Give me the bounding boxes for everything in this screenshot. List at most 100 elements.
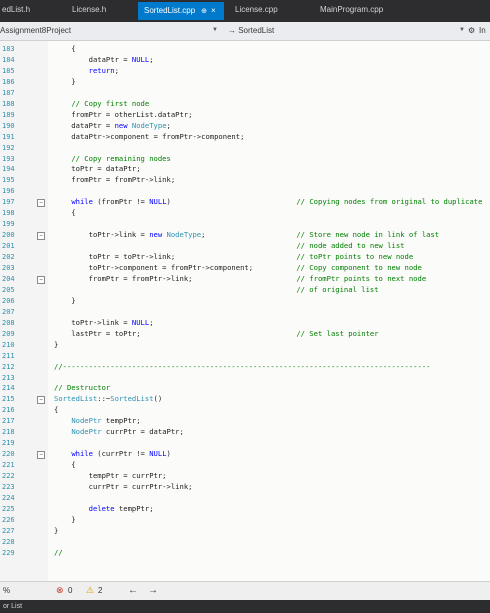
code-line[interactable]: 187: [0, 88, 490, 98]
tab-sortedlist-h[interactable]: edList.h: [2, 5, 30, 14]
code-line[interactable]: 204 fromPtr = fromPtr->link; // fromPtr …: [0, 274, 490, 284]
line-number: 222: [2, 472, 15, 481]
tab-sortedlist-cpp[interactable]: SortedList.cpp ⊕ ×: [138, 2, 224, 20]
code-line[interactable]: 229 //: [0, 548, 490, 558]
code-line[interactable]: 206 }: [0, 296, 490, 306]
code-line[interactable]: 193 // Copy remaining nodes: [0, 154, 490, 164]
code-line[interactable]: 217 NodePtr tempPtr;: [0, 416, 490, 426]
code-line[interactable]: 209 lastPtr = toPtr; // Set last pointer: [0, 329, 490, 339]
tab-license-cpp[interactable]: License.cpp: [235, 5, 278, 14]
code-line[interactable]: 225 delete tempPtr;: [0, 504, 490, 514]
line-number: 187: [2, 88, 15, 97]
code-line[interactable]: 208 toPtr->link = NULL;: [0, 318, 490, 328]
code-text: toPtr->component = fromPtr->component; /…: [54, 263, 422, 272]
line-number: 183: [2, 45, 15, 53]
code-line[interactable]: 186 }: [0, 77, 490, 87]
member-dropdown-label[interactable]: In: [479, 24, 486, 37]
collapse-outline-icon[interactable]: −: [37, 232, 45, 241]
code-text: // node added to new list: [296, 241, 405, 251]
code-line[interactable]: 184 dataPtr = NULL;: [0, 55, 490, 65]
project-dropdown[interactable]: Assignment8Project: [0, 24, 218, 37]
line-number: 224: [2, 493, 15, 502]
code-line[interactable]: 224: [0, 493, 490, 503]
code-line[interactable]: 196: [0, 186, 490, 196]
code-line[interactable]: 201 // node added to new list: [0, 241, 490, 251]
code-line[interactable]: 198 {: [0, 208, 490, 218]
code-line[interactable]: 216 {: [0, 405, 490, 415]
code-line[interactable]: 183 {: [0, 44, 490, 54]
code-text: toPtr = dataPtr;: [54, 164, 141, 174]
error-list-label[interactable]: or List: [0, 603, 22, 610]
code-line[interactable]: 219: [0, 438, 490, 448]
line-number: 221: [2, 461, 15, 470]
code-line[interactable]: 220 while (currPtr != NULL) −: [0, 449, 490, 460]
code-text: toPtr = toPtr->link; // toPtr points to …: [54, 252, 414, 262]
code-line[interactable]: 212 //-----------------------------------…: [0, 362, 490, 372]
code-line[interactable]: 188 // Copy first node: [0, 99, 490, 109]
code-line[interactable]: 215 SortedList::~SortedList() −: [0, 394, 490, 405]
line-number: 184: [2, 55, 15, 64]
chevron-down-icon[interactable]: ▼: [212, 27, 218, 33]
code-line[interactable]: 194 toPtr = dataPtr;: [0, 164, 490, 174]
code-line[interactable]: 226 }: [0, 515, 490, 525]
code-line[interactable]: 203 toPtr->component = fromPtr->componen…: [0, 263, 490, 273]
line-number: 214: [2, 384, 15, 393]
back-arrow-icon[interactable]: ←: [128, 585, 138, 596]
code-text: toPtr->link = NULL;: [54, 317, 154, 327]
code-line[interactable]: 214 // Destructor: [0, 383, 490, 393]
line-number: 223: [2, 483, 15, 491]
line-number: 188: [2, 99, 15, 108]
line-number: 193: [2, 154, 15, 163]
code-line[interactable]: 228: [0, 537, 490, 547]
line-number: 205: [2, 285, 15, 294]
code-line[interactable]: 218 NodePtr currPtr = dataPtr;: [0, 427, 490, 437]
code-line[interactable]: 207: [0, 307, 490, 317]
code-text: {: [54, 44, 76, 53]
code-text: fromPtr = fromPtr->link; // fromPtr poin…: [54, 273, 427, 283]
code-line[interactable]: 185 return;: [0, 66, 490, 76]
warning-count[interactable]: 2: [98, 586, 102, 595]
forward-arrow-icon[interactable]: →: [148, 585, 158, 596]
code-line[interactable]: 200 toPtr->link = new NodeType; // Store…: [0, 230, 490, 241]
collapse-outline-icon[interactable]: −: [37, 275, 45, 284]
code-line[interactable]: 205 // of original list: [0, 285, 490, 295]
navigation-bar: Assignment8Project ▼ → SortedList ▼ ⚙ In: [0, 22, 490, 41]
collapse-outline-icon[interactable]: −: [37, 451, 45, 460]
scope-dropdown[interactable]: → SortedList: [228, 24, 448, 37]
tab-license-h[interactable]: License.h: [72, 5, 106, 14]
code-line[interactable]: 221 {: [0, 460, 490, 470]
code-line[interactable]: 190 dataPtr = new NodeType;: [0, 121, 490, 131]
pin-icon[interactable]: ⊕: [201, 8, 207, 15]
settings-icon[interactable]: ⚙: [468, 24, 475, 37]
code-line[interactable]: 189 fromPtr = otherList.dataPtr;: [0, 110, 490, 120]
code-line[interactable]: 222 tempPtr = currPtr;: [0, 471, 490, 481]
code-line[interactable]: 211: [0, 351, 490, 361]
line-number: 199: [2, 220, 15, 229]
code-line[interactable]: 223 currPtr = currPtr->link;: [0, 482, 490, 492]
code-text: dataPtr = new NodeType;: [54, 120, 171, 130]
code-line[interactable]: 195 fromPtr = fromPtr->link;: [0, 175, 490, 185]
code-line[interactable]: 210}: [0, 340, 490, 350]
zoom-level[interactable]: %: [3, 586, 10, 595]
line-number: 212: [2, 362, 15, 371]
line-number: 207: [2, 307, 15, 316]
code-line[interactable]: 202 toPtr = toPtr->link; // toPtr points…: [0, 252, 490, 262]
code-line[interactable]: 192: [0, 143, 490, 153]
code-text: {: [54, 405, 59, 415]
code-line[interactable]: 213: [0, 373, 490, 383]
code-line[interactable]: 197 while (fromPtr != NULL) // Copying n…: [0, 197, 490, 208]
code-line[interactable]: 199: [0, 219, 490, 229]
status-bar: % ⊗ 0 ⚠ 2 ← →: [0, 581, 490, 600]
code-line[interactable]: 191 dataPtr->component = fromPtr->compon…: [0, 132, 490, 142]
tab-mainprogram-cpp[interactable]: MainProgram.cpp: [320, 5, 383, 14]
code-line[interactable]: 227}: [0, 526, 490, 536]
close-icon[interactable]: ×: [211, 6, 216, 15]
code-editor[interactable]: 183 {184 dataPtr = NULL; 185 return; 186 }…: [0, 41, 490, 581]
chevron-down-icon[interactable]: ▼: [459, 27, 465, 33]
collapse-outline-icon[interactable]: −: [37, 199, 45, 208]
code-text: // Copy first node: [71, 98, 150, 108]
line-number: 218: [2, 428, 15, 437]
project-label: Assignment8Project: [0, 26, 72, 35]
collapse-outline-icon[interactable]: −: [37, 396, 45, 405]
error-count[interactable]: 0: [68, 586, 72, 595]
